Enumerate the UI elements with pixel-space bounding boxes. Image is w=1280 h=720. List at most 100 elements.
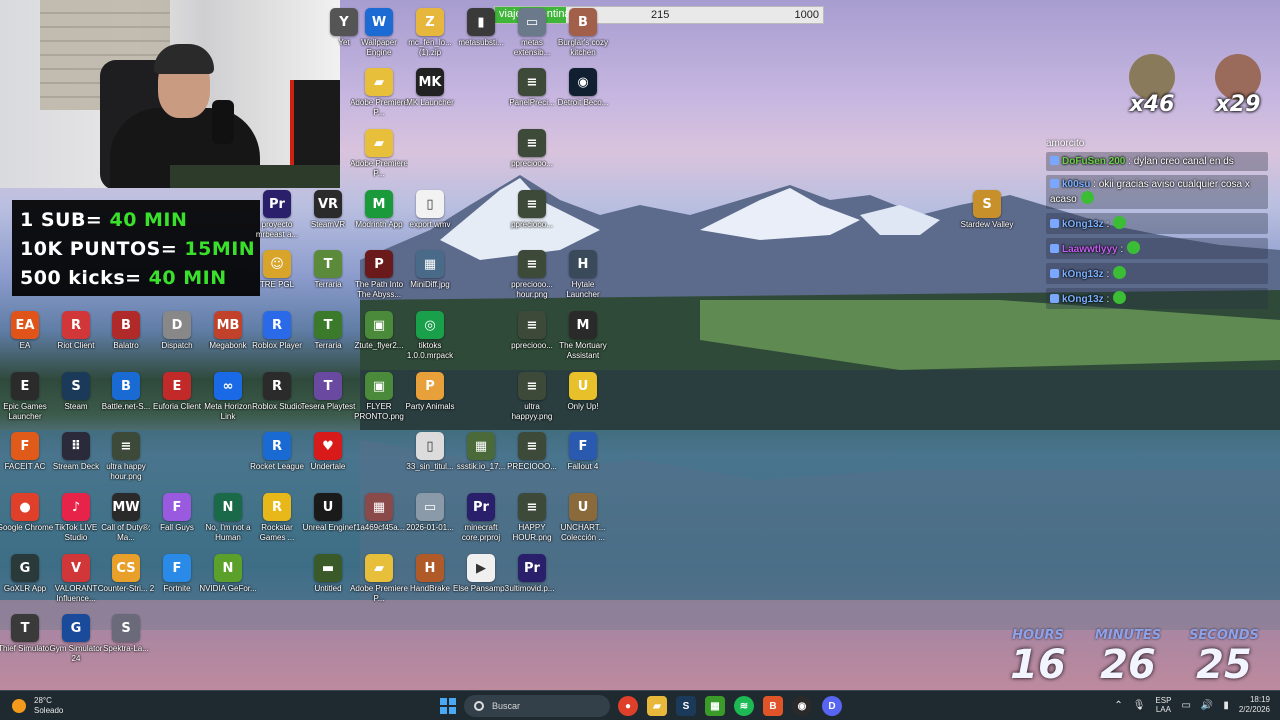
desktop-icon-label: GoXLR App: [3, 584, 47, 593]
weather-widget[interactable]: 28°C Soleado: [12, 695, 63, 717]
desktop-icon[interactable]: ▦ MiniDiff.jpg: [401, 250, 459, 290]
desktop-icon[interactable]: T Terraria: [299, 311, 357, 351]
desktop-icon[interactable]: E Euforia Client: [148, 372, 206, 412]
desktop-icon[interactable]: ≡ ppreciooo...: [503, 311, 561, 351]
chat-username: kOng13z: [1062, 219, 1104, 230]
desktop-icon[interactable]: B Balatro: [97, 311, 155, 351]
chevron-up-icon[interactable]: ⌃: [1114, 700, 1122, 711]
desktop-icon[interactable]: B Burglar's cozy kitchen: [554, 8, 612, 58]
desktop-icon[interactable]: F Fortnite: [148, 554, 206, 594]
desktop-icon-label: Party Animals: [405, 402, 455, 411]
taskbar-search[interactable]: Buscar: [464, 695, 610, 717]
desktop-icon[interactable]: M Modrinth App: [350, 190, 408, 230]
desktop-icon[interactable]: P The Path Into The Abyss...: [350, 250, 408, 300]
desktop-icon[interactable]: ▯ 33_sin_titul...: [401, 432, 459, 472]
desktop-icon[interactable]: ≡ HAPPY HOUR.png: [503, 493, 561, 543]
desktop-icon-label: SteamVR: [310, 220, 346, 229]
desktop-icon[interactable]: U UNCHART... Colección ...: [554, 493, 612, 543]
desktop-icon[interactable]: B Battle.net-S...: [97, 372, 155, 412]
clock[interactable]: 18:19 2/2/2026: [1239, 695, 1270, 715]
desktop-icon[interactable]: R Rocket League: [248, 432, 306, 472]
spotify-taskbar-icon[interactable]: ≋: [734, 696, 754, 716]
desktop-icon[interactable]: ▣ FLYER PRONTO.png: [350, 372, 408, 422]
desktop-icon[interactable]: ≡ ppreciooo...: [503, 129, 561, 169]
chrome-taskbar-icon[interactable]: ●: [618, 696, 638, 716]
desktop-icon[interactable]: T Thief Simulator: [0, 614, 54, 654]
desktop-icon[interactable]: ▬ Untitled: [299, 554, 357, 594]
desktop-icon-label: NVIDIA GeFor...: [199, 584, 257, 593]
desktop-icon[interactable]: MW Call of Duty®: Ma...: [97, 493, 155, 543]
steam-taskbar-icon[interactable]: S: [676, 696, 696, 716]
desktop-icon[interactable]: ▦ f1a469cf45a...: [350, 493, 408, 533]
desktop-icon[interactable]: T Tesera Playtest: [299, 372, 357, 412]
desktop-icon[interactable]: ▦ ssstik.io_17...: [452, 432, 510, 472]
desktop-icon[interactable]: S Stardew Valley: [958, 190, 1016, 230]
desktop-icon[interactable]: U Unreal Engine: [299, 493, 357, 533]
desktop-icon-label: ppreciooo... hour.png: [511, 280, 553, 299]
obs-taskbar-icon[interactable]: ◉: [792, 696, 812, 716]
file-explorer-taskbar-icon[interactable]: ▰: [647, 696, 667, 716]
desktop-icon[interactable]: ≡ ultra happy hour.png: [97, 432, 155, 482]
desktop-icon[interactable]: G GoXLR App: [0, 554, 54, 594]
desktop-icon[interactable]: ◉ Detroit Beco...: [554, 68, 612, 108]
desktop-icon[interactable]: ▶ Else Pansamp3: [452, 554, 510, 594]
desktop-icon[interactable]: H Hytale Launcher: [554, 250, 612, 300]
desktop-icon[interactable]: ▰ Adobe Premiere P...: [350, 554, 408, 604]
desktop-icon[interactable]: P Party Animals: [401, 372, 459, 412]
desktop-icon[interactable]: ▰ Adobe Premiere P...: [350, 68, 408, 118]
desktop-icon[interactable]: Zmc_fen_lo... (1).zip: [401, 8, 459, 58]
desktop-icon[interactable]: M The Mortuary Assistant: [554, 311, 612, 361]
desktop-icon[interactable]: ▭ metas extensib...: [503, 8, 561, 58]
desktop-icon[interactable]: ☺ TRE PGL: [248, 250, 306, 290]
minecraft-taskbar-icon[interactable]: ▦: [705, 696, 725, 716]
desktop-icon[interactable]: S Spektra-La...: [97, 614, 155, 654]
desktop-icon[interactable]: ▯ export.wmv: [401, 190, 459, 230]
desktop-icon-label: 33_sin_titul...: [406, 462, 454, 471]
desktop-icon[interactable]: R Roblox Studio: [248, 372, 306, 412]
desktop-icon[interactable]: VR SteamVR: [299, 190, 357, 230]
desktop-icon[interactable]: T Terraria: [299, 250, 357, 290]
desktop-icon[interactable]: ≡ PRECIOOO...: [503, 432, 561, 472]
desktop-icon[interactable]: ▣ Ztute_flyer2...: [350, 311, 408, 351]
desktop-icon[interactable]: R Roblox Player: [248, 311, 306, 351]
desktop-icon[interactable]: Pr ultimovid.p...: [503, 554, 561, 594]
desktop-icon[interactable]: R Rockstar Games ...: [248, 493, 306, 543]
desktop-icon[interactable]: F Fall Guys: [148, 493, 206, 533]
minutes-value: 26: [1100, 642, 1156, 688]
desktop-icon[interactable]: ♥ Undertale: [299, 432, 357, 472]
desktop-icon[interactable]: ≡ ultra happyy.png: [503, 372, 561, 422]
desktop-icon[interactable]: F Fallout 4: [554, 432, 612, 472]
desktop-icon-label: Yet: [338, 38, 350, 47]
desktop-icon[interactable]: Pr proyecto mrbeast a...: [248, 190, 306, 240]
desktop-icon[interactable]: ▭ 2026-01-01...: [401, 493, 459, 533]
start-button[interactable]: [440, 698, 456, 714]
discord-taskbar-icon[interactable]: D: [822, 696, 842, 716]
desktop-icon[interactable]: ● Google Chrome: [0, 493, 54, 533]
desktop-icon[interactable]: ≡ ppreciooo... hour.png: [503, 250, 561, 300]
desktop-icon[interactable]: EA EA: [0, 311, 54, 351]
desktop-icon[interactable]: N NVIDIA GeFor...: [199, 554, 257, 594]
desktop-icon[interactable]: E Epic Games Launcher: [0, 372, 54, 422]
desktop-icon[interactable]: F FACEIT AC: [0, 432, 54, 472]
battery-icon[interactable]: ▮: [1223, 700, 1229, 711]
desktop-icon-label: Rocket League: [250, 462, 304, 471]
desktop-icon[interactable]: D Dispatch: [148, 311, 206, 351]
desktop-icon[interactable]: ≡ ppreciooo...: [503, 190, 561, 230]
desktop-icon[interactable]: U Only Up!: [554, 372, 612, 412]
desktop-icon[interactable]: ▮ metasubsti...: [452, 8, 510, 48]
network-icon[interactable]: ▭: [1181, 700, 1190, 711]
desktop-icon-label: Fortnite: [163, 584, 191, 593]
desktop-icon[interactable]: CS Counter-Stri... 2: [97, 554, 155, 594]
desktop-icon[interactable]: Y Yet: [315, 8, 373, 48]
desktop-icon[interactable]: ◎ tiktoks 1.0.0.mrpack: [401, 311, 459, 361]
desktop-icon[interactable]: ≡ PanelPreci...: [503, 68, 561, 108]
desktop-icon[interactable]: ▰ Adobe Premiere P...: [350, 129, 408, 179]
microphone-icon[interactable]: 🎙: [1133, 700, 1146, 711]
desktop-icon[interactable]: MK MK Launcher: [401, 68, 459, 108]
desktop-icon[interactable]: Pr minecraft core.prproj: [452, 493, 510, 543]
desktop-icon[interactable]: H HandBrake: [401, 554, 459, 594]
app-icon: F: [569, 432, 597, 460]
volume-icon[interactable]: 🔊: [1201, 700, 1213, 711]
language-indicator[interactable]: ESP LAA: [1155, 696, 1171, 714]
brave-taskbar-icon[interactable]: B: [763, 696, 783, 716]
